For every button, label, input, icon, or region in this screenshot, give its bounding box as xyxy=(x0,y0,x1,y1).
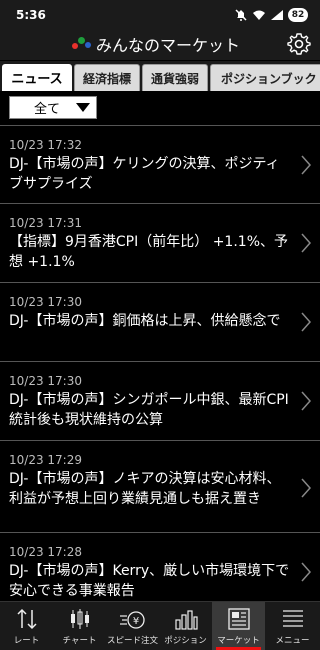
chevron-right-icon xyxy=(301,478,312,498)
menu-icon xyxy=(280,606,306,632)
nav-position[interactable]: ポジション xyxy=(159,602,212,650)
news-headline: DJ-【市場の声】ノキアの決算は安心材料、利益が予想上回り業績見通しも据え置き xyxy=(9,471,281,507)
news-headline: DJ-【市場の声】シンガポール中銀、最新CPI統計後も現状維持の公算 xyxy=(9,392,289,428)
news-date: 10/23 17:32 xyxy=(9,138,82,152)
gear-icon xyxy=(287,33,311,55)
filter-area: 全て xyxy=(0,91,320,125)
settings-button[interactable] xyxy=(286,31,312,57)
nav-label: スピード注文 xyxy=(106,636,158,646)
filter-selected-label: 全て xyxy=(34,102,61,117)
news-headline: DJ-【市場の声】銅価格は上昇、供給懸念で xyxy=(9,313,281,329)
svg-text:¥: ¥ xyxy=(132,616,138,627)
status-bar: 5:36 82 xyxy=(0,0,320,30)
news-item[interactable]: 10/23 17:28 DJ-【市場の声】Kerry、厳しい市場環境下で安心でき… xyxy=(0,533,320,601)
tab-currency-strength[interactable]: 通貨強弱 xyxy=(142,64,208,91)
market-news-icon xyxy=(226,606,252,632)
position-bars-icon xyxy=(173,606,199,632)
tab-bar: ニュース 経済指標 通貨強弱 ポジションブック xyxy=(0,61,320,91)
nav-rate[interactable]: レート xyxy=(0,602,53,650)
news-item[interactable]: 10/23 17:29 DJ-【市場の声】ノキアの決算は安心材料、利益が予想上回… xyxy=(0,441,320,533)
app-title: みんなのマーケット xyxy=(96,36,241,55)
chevron-right-icon xyxy=(301,562,312,582)
status-icons: 82 xyxy=(234,6,308,24)
app-logo-icon xyxy=(72,36,92,52)
news-date: 10/23 17:31 xyxy=(9,216,82,230)
nav-label: レート xyxy=(13,636,40,646)
news-date: 10/23 17:28 xyxy=(9,545,82,559)
nav-market[interactable]: マーケット xyxy=(212,602,265,650)
speed-order-icon: ¥ xyxy=(119,606,147,632)
nav-label: ポジション xyxy=(164,636,207,646)
category-filter-select[interactable]: 全て xyxy=(9,96,97,119)
chevron-right-icon xyxy=(301,312,312,332)
status-time: 5:36 xyxy=(16,8,46,22)
tab-economic-indicators[interactable]: 経済指標 xyxy=(74,64,140,91)
battery-badge: 82 xyxy=(288,8,308,22)
nav-chart[interactable]: チャート xyxy=(53,602,106,650)
nav-menu[interactable]: メニュー xyxy=(265,602,320,650)
news-list: 10/23 17:32 DJ-【市場の声】ケリングの決算、ポジティブサプライズ … xyxy=(0,125,320,601)
news-date: 10/23 17:30 xyxy=(9,295,82,309)
news-date: 10/23 17:30 xyxy=(9,374,82,388)
rate-arrows-icon xyxy=(14,606,40,632)
wifi-icon xyxy=(252,9,266,21)
nav-label: チャート xyxy=(62,636,97,646)
news-item[interactable]: 10/23 17:30 DJ-【市場の声】シンガポール中銀、最新CPI統計後も現… xyxy=(0,362,320,441)
nav-speed-order[interactable]: ¥ スピード注文 xyxy=(106,602,159,650)
tab-news[interactable]: ニュース xyxy=(2,64,72,91)
candlestick-chart-icon xyxy=(67,606,93,632)
mute-icon xyxy=(234,8,248,22)
signal-icon xyxy=(270,9,284,21)
chevron-right-icon xyxy=(301,233,312,253)
tab-position-book[interactable]: ポジションブック xyxy=(210,64,320,91)
news-item[interactable]: 10/23 17:31 【指標】9月香港CPI（前年比） +1.1%、予想 +1… xyxy=(0,204,320,283)
news-item[interactable]: 10/23 17:30 DJ-【市場の声】銅価格は上昇、供給懸念で xyxy=(0,283,320,362)
app-screen: 5:36 82 みんなのマーケット ニュース 経済指標 通貨強弱 ポジションブッ… xyxy=(0,0,320,650)
dropdown-arrow-icon xyxy=(76,103,90,112)
news-item[interactable]: 10/23 17:32 DJ-【市場の声】ケリングの決算、ポジティブサプライズ xyxy=(0,125,320,204)
app-header: みんなのマーケット xyxy=(0,30,320,60)
news-date: 10/23 17:29 xyxy=(9,453,82,467)
nav-label: メニュー xyxy=(275,636,310,646)
chevron-right-icon xyxy=(301,155,312,175)
bottom-nav: レート チャート ¥ スピード注文 ポジション マーケット メニュー xyxy=(0,601,320,650)
nav-label: マーケット xyxy=(217,636,260,646)
chevron-right-icon xyxy=(301,391,312,411)
news-headline: DJ-【市場の声】ケリングの決算、ポジティブサプライズ xyxy=(9,156,280,192)
app-title-wrap: みんなのマーケット xyxy=(72,32,240,56)
news-headline: DJ-【市場の声】Kerry、厳しい市場環境下で安心できる事業報告 xyxy=(9,563,290,599)
news-headline: 【指標】9月香港CPI（前年比） +1.1%、予想 +1.1% xyxy=(9,234,289,270)
